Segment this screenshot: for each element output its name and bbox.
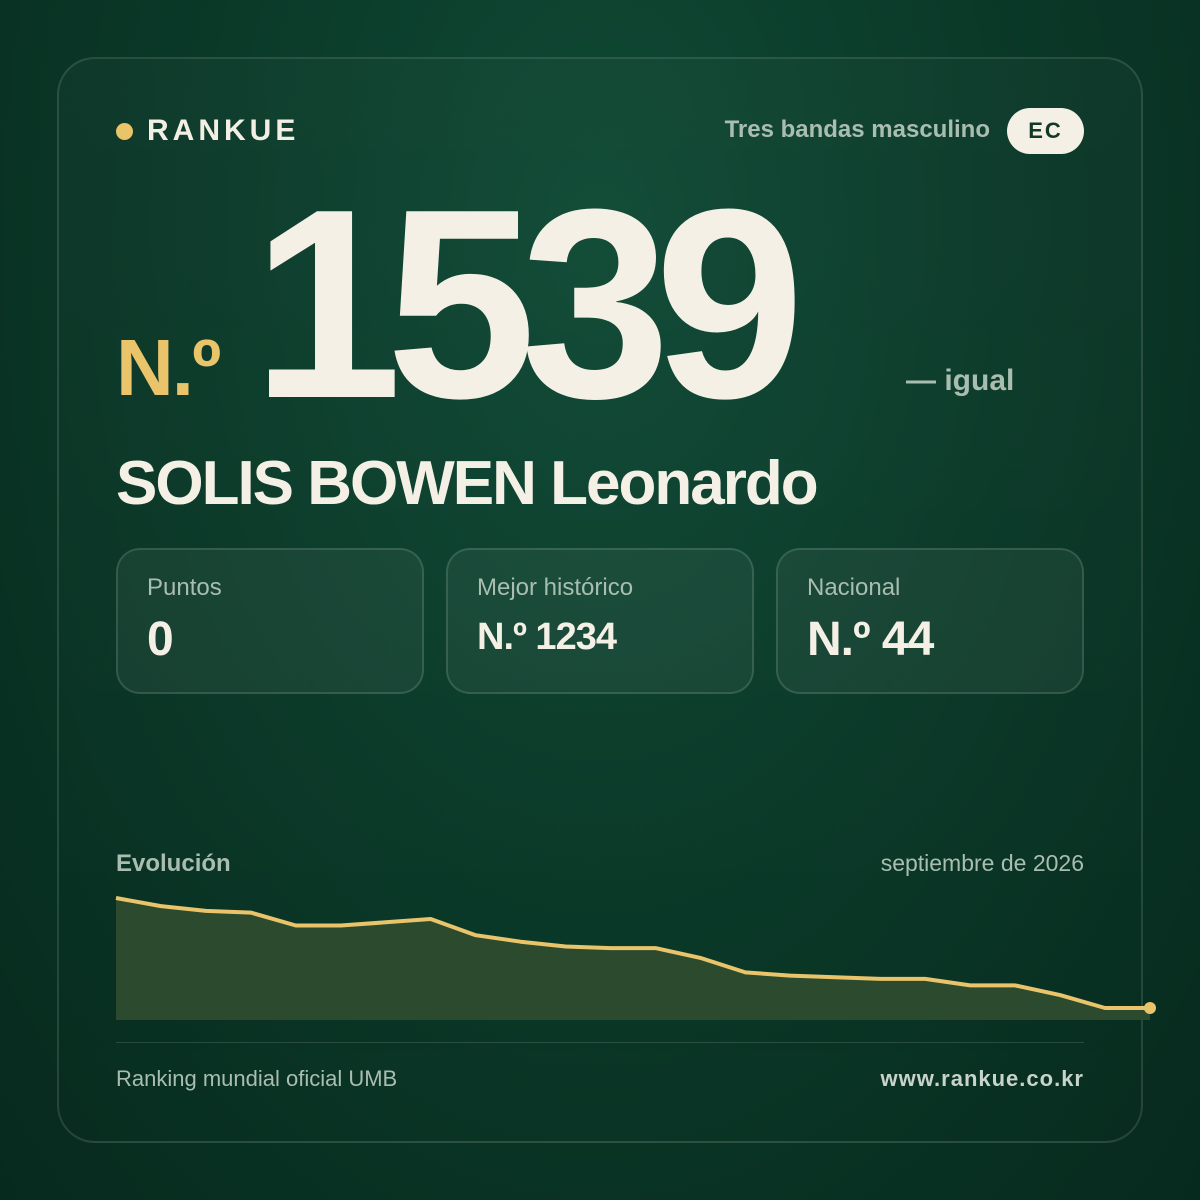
footer-source: Ranking mundial oficial UMB — [116, 1066, 398, 1091]
brand-name: RANKUE — [147, 114, 300, 147]
chart-title: Evolución — [116, 850, 231, 877]
evolution-chart — [115, 896, 1156, 1020]
country-badge: EC — [1007, 108, 1084, 154]
brand-dot-icon — [116, 122, 133, 140]
stat-value: N.º 44 — [807, 613, 934, 666]
stat-value: 0 — [147, 613, 174, 666]
stat-label: Nacional — [807, 574, 901, 601]
stat-box-national: Nacional N.º 44 — [776, 548, 1084, 694]
footer-url: www.rankue.co.kr — [880, 1066, 1084, 1091]
brand: RANKUE — [116, 112, 299, 150]
stat-value: N.º 1234 — [477, 616, 617, 658]
rank-change: — igual — [906, 364, 1015, 397]
player-name: SOLIS BOWEN Leonardo — [116, 449, 819, 518]
chart-area — [116, 898, 1150, 1020]
rank-prefix: N.º — [116, 323, 221, 412]
category-label: Tres bandas masculino — [724, 116, 990, 143]
chart-date: septiembre de 2026 — [880, 850, 1084, 876]
chart-end-point — [1144, 1002, 1156, 1014]
rank-number: 1539 — [252, 154, 805, 455]
stat-label: Puntos — [147, 574, 222, 601]
stat-label: Mejor histórico — [477, 574, 634, 601]
stat-box-points: Puntos 0 — [116, 548, 424, 694]
divider — [116, 1042, 1084, 1043]
stat-box-best: Mejor histórico N.º 1234 — [446, 548, 754, 694]
